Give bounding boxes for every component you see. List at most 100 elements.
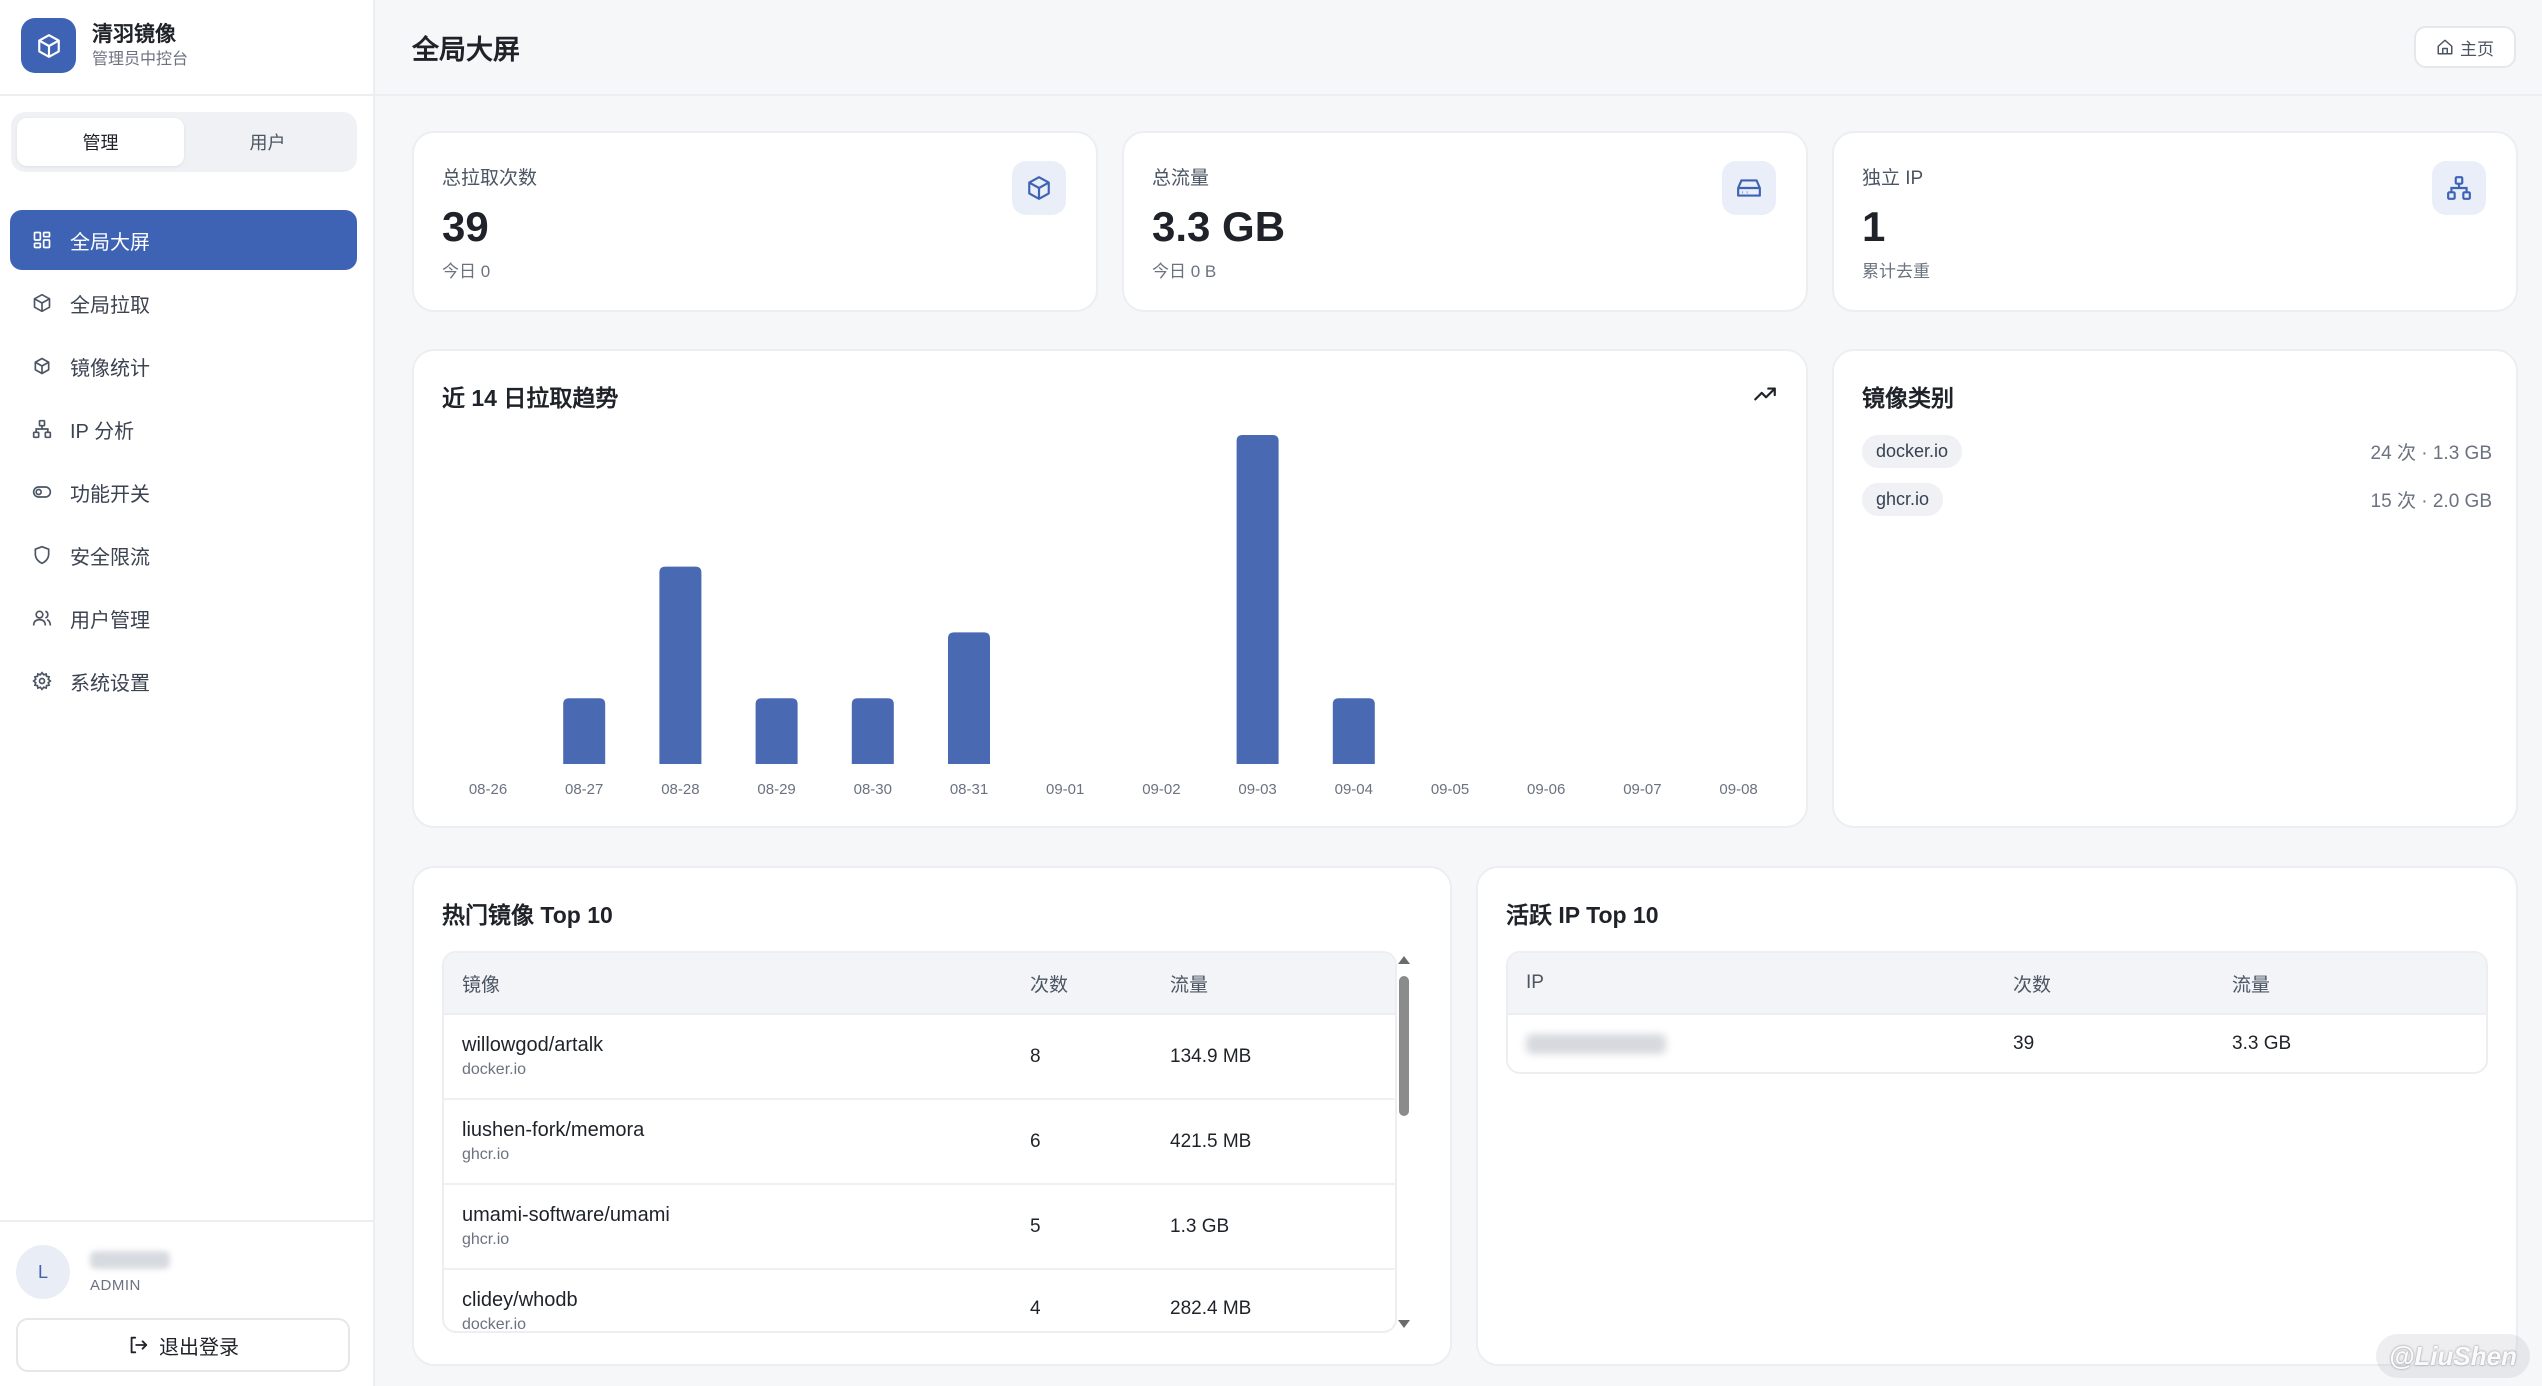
table-row[interactable]: 39 3.3 GB — [1508, 1015, 2486, 1072]
sidebar: 清羽镜像 管理员中控台 管理 用户 全局大屏 全局拉取 镜像统计 IP 分析 功… — [0, 0, 375, 1386]
sidebar-item-label: IP 分析 — [70, 420, 135, 443]
table-row[interactable]: liushen-fork/memora ghcr.io 6 421.5 MB — [444, 1100, 1395, 1185]
image-registry: docker.io — [462, 1316, 527, 1333]
brand-subtitle: 管理员中控台 — [92, 50, 189, 68]
x-tick-label: 09-07 — [1623, 781, 1661, 798]
sidebar-item-settings[interactable]: 系统设置 — [10, 651, 357, 711]
home-button[interactable]: 主页 — [2414, 26, 2516, 68]
sidebar-item-global-pull[interactable]: 全局拉取 — [10, 273, 357, 333]
column-header: 流量 — [1170, 974, 1209, 996]
table-row[interactable]: clidey/whodb docker.io 4 282.4 MB — [444, 1270, 1395, 1333]
column-header: 流量 — [2232, 974, 2271, 996]
top-images-card: 热门镜像 Top 10 镜像 次数 流量 willowgod/artalk do… — [412, 866, 1452, 1366]
category-row: docker.io 24 次 · 1.3 GB — [1862, 434, 2492, 468]
traffic: 421.5 MB — [1170, 1130, 1252, 1152]
chart-bar[interactable] — [1236, 435, 1279, 764]
sidebar-item-label: 全局拉取 — [70, 294, 150, 317]
network-icon — [2432, 161, 2486, 215]
table-row[interactable]: umami-software/umami ghcr.io 5 1.3 GB — [444, 1185, 1395, 1270]
category-pill: ghcr.io — [1862, 482, 1944, 516]
traffic: 3.3 GB — [2232, 1032, 2292, 1054]
home-label: 主页 — [2460, 39, 2494, 59]
gear-icon — [30, 669, 54, 693]
scroll-down-arrow-icon[interactable] — [1398, 1320, 1410, 1328]
divider — [0, 1220, 375, 1222]
sidebar-item-label: 系统设置 — [70, 672, 150, 695]
pull-count: 39 — [2013, 1032, 2035, 1054]
sidebar-item-feature-toggles[interactable]: 功能开关 — [10, 462, 357, 522]
home-icon — [2436, 38, 2454, 56]
brand-logo-icon — [21, 18, 76, 73]
dashboard-icon — [30, 228, 54, 252]
sidebar-item-dashboard[interactable]: 全局大屏 — [10, 210, 357, 270]
brand[interactable]: 清羽镜像 管理员中控台 — [21, 18, 188, 73]
table-row[interactable]: willowgod/artalk docker.io 8 134.9 MB — [444, 1015, 1395, 1100]
category-pill: docker.io — [1862, 434, 1963, 468]
column-header: IP — [1526, 972, 1544, 993]
chart-bar[interactable] — [755, 698, 798, 764]
scroll-up-arrow-icon[interactable] — [1398, 956, 1410, 964]
users-icon — [30, 606, 54, 630]
top-images-table: 镜像 次数 流量 willowgod/artalk docker.io 8 13… — [442, 951, 1397, 1333]
sidebar-item-ip-analysis[interactable]: IP 分析 — [10, 399, 357, 459]
pull-count: 8 — [1030, 1045, 1041, 1067]
traffic: 282.4 MB — [1170, 1298, 1252, 1319]
network-icon — [30, 417, 54, 441]
x-tick-label: 09-08 — [1719, 781, 1757, 798]
tab-admin[interactable]: 管理 — [17, 118, 184, 166]
top-ips-title: 活跃 IP Top 10 — [1506, 902, 1659, 928]
x-tick-label: 08-29 — [757, 781, 795, 798]
bar-chart: 08-26 08-27 08-28 08-29 08-30 08-31 09-01 09-02… — [469, 435, 1758, 798]
trend-chart-card: 近 14 日拉取趋势 08-26 08-27 08-28 08-29 08-30 08-3… — [412, 349, 1808, 828]
stat-value: 3.3 GB — [1152, 203, 1286, 250]
ip-address-redacted — [1526, 1033, 1666, 1054]
column-header: 次数 — [2013, 974, 2052, 996]
watermark: @LiuShen — [2376, 1334, 2530, 1378]
sidebar-item-security[interactable]: 安全限流 — [10, 525, 357, 585]
sidebar-item-users[interactable]: 用户管理 — [10, 588, 357, 648]
image-registry: ghcr.io — [462, 1145, 510, 1163]
chart-bar[interactable] — [851, 698, 894, 764]
toggle-icon — [30, 480, 54, 504]
stat-sub: 今日 0 — [442, 262, 491, 281]
x-tick-label: 09-01 — [1046, 781, 1084, 798]
categories-title: 镜像类别 — [1862, 385, 1954, 411]
cube-stack-icon — [30, 354, 54, 378]
sidebar-item-image-stats[interactable]: 镜像统计 — [10, 336, 357, 396]
logout-button[interactable]: 退出登录 — [16, 1318, 350, 1372]
stat-label: 总拉取次数 — [442, 168, 538, 189]
table-scrollbar[interactable] — [1392, 950, 1414, 1332]
image-name: clidey/whodb — [462, 1289, 578, 1311]
image-name: willowgod/artalk — [462, 1033, 604, 1056]
x-tick-label: 09-05 — [1431, 781, 1469, 798]
traffic: 134.9 MB — [1170, 1045, 1252, 1067]
logout-label: 退出登录 — [159, 1336, 239, 1359]
stat-card-pulls: 总拉取次数 39 今日 0 — [412, 131, 1098, 312]
x-tick-label: 08-27 — [565, 781, 603, 798]
divider — [0, 94, 375, 96]
x-tick-label: 09-06 — [1527, 781, 1565, 798]
chart-bar[interactable] — [948, 632, 990, 764]
user-profile[interactable]: L ADMIN — [16, 1245, 170, 1299]
table-header: IP 次数 流量 — [1508, 953, 2486, 1015]
tab-user[interactable]: 用户 — [184, 118, 351, 166]
sidebar-item-label: 安全限流 — [70, 546, 150, 569]
stat-sub: 今日 0 B — [1152, 262, 1217, 281]
pull-count: 5 — [1030, 1215, 1041, 1237]
user-role: ADMIN — [90, 1276, 141, 1294]
chart-bar[interactable] — [563, 698, 606, 764]
x-tick-label: 08-26 — [469, 781, 507, 798]
traffic: 1.3 GB — [1170, 1215, 1230, 1237]
divider — [375, 94, 2542, 96]
image-registry: docker.io — [462, 1060, 527, 1078]
pull-count: 6 — [1030, 1130, 1041, 1152]
page-title: 全局大屏 — [412, 35, 520, 65]
top-ips-card: 活跃 IP Top 10 IP 次数 流量 39 3.3 GB — [1476, 866, 2518, 1366]
scrollbar-thumb[interactable] — [1399, 976, 1409, 1116]
table-header: 镜像 次数 流量 — [444, 953, 1395, 1015]
chart-bar[interactable] — [1332, 698, 1375, 764]
chart-bar[interactable] — [659, 566, 702, 764]
user-name-redacted — [90, 1250, 170, 1269]
x-tick-label: 08-30 — [854, 781, 892, 798]
category-stat: 15 次 · 2.0 GB — [2370, 490, 2492, 512]
